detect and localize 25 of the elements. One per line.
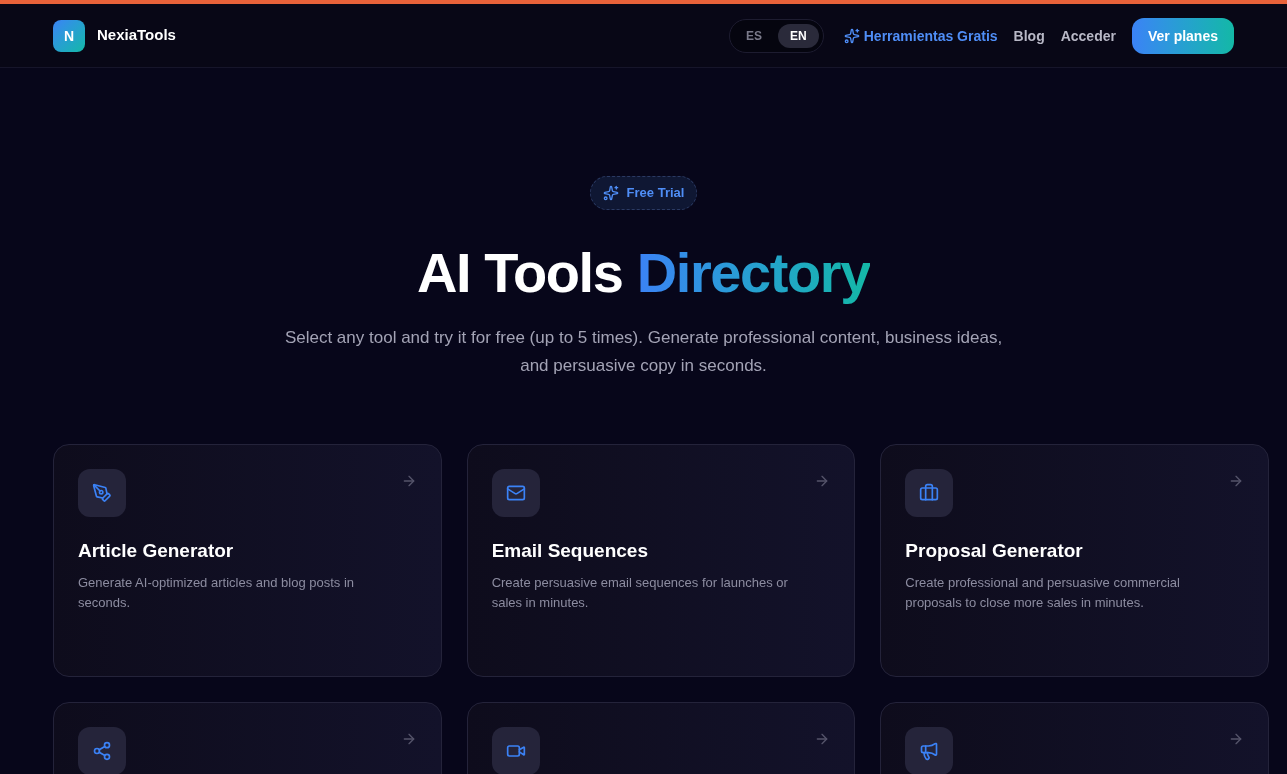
sparkles-icon (843, 27, 860, 44)
language-option[interactable]: ES (734, 23, 775, 48)
free-trial-badge: Free Trial (589, 176, 698, 210)
page-subtitle: Select any tool and try it for free (up to 5 times). Generate professional content, business ideas, and persuasive copy in seconds. (284, 326, 1003, 377)
sparkles-icon (602, 184, 619, 201)
logo-icon: N (53, 19, 85, 52)
pen-icon (92, 482, 112, 503)
tool-card[interactable]: Proposal Generator Create professional and persuasive commercial proposals to close more sales in minutes. (880, 443, 1269, 677)
nav-link[interactable]: Blog (1013, 25, 1045, 46)
free-tools-link[interactable]: Herramientas Gratis (843, 25, 998, 46)
brand-name: NexiaTools (97, 25, 176, 46)
tool-title: Email Sequences (491, 538, 649, 563)
nav-link[interactable]: Acceder (1060, 25, 1116, 46)
tool-title: Article Generator (78, 538, 235, 563)
tool-card[interactable]: Article Generator Generate AI-optimized articles and blog posts in seconds. (53, 443, 442, 677)
page-title: AI Tools Directory (417, 239, 870, 306)
tool-title: Proposal Generator (905, 538, 1084, 563)
tool-description: Generate AI-optimized articles and blog posts in seconds. (78, 574, 356, 612)
tool-description: Create professional and persuasive commercial proposals to close more sales in minutes. (905, 574, 1181, 612)
briefcase-icon (919, 482, 940, 503)
megaphone-icon (919, 740, 940, 761)
language-option[interactable]: EN (778, 23, 819, 48)
share-icon (92, 740, 112, 761)
tool-description: Create persuasive email sequences for launches or sales in minutes. (491, 574, 789, 612)
tool-card[interactable]: Email Sequences Create persuasive email sequences for launches or sales in minutes. (466, 443, 856, 677)
